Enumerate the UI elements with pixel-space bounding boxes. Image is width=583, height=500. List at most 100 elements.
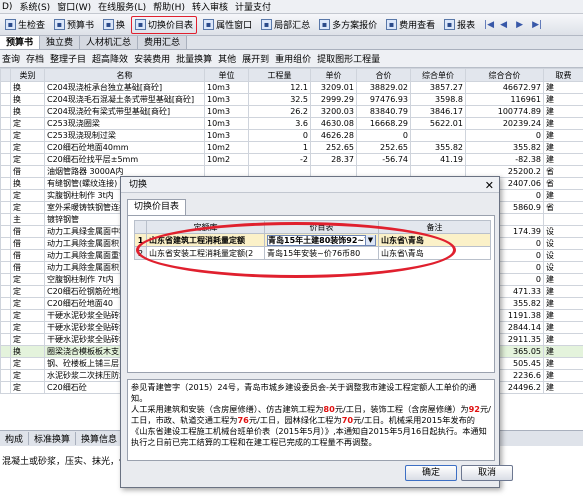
table-row[interactable]: 定 C253现浇现制过梁 10m3 0 4626.28 0 0 建: [0, 129, 583, 142]
table-cell: 定: [10, 309, 45, 322]
subtoolbar-item[interactable]: 批量换算: [176, 52, 212, 65]
nav-arrow-icon[interactable]: ▶: [516, 20, 526, 30]
nav-arrow-icon[interactable]: ▶|: [532, 20, 542, 30]
nav-arrow-icon[interactable]: ◀: [500, 20, 510, 30]
toolbar-button-8[interactable]: ▪ 报表: [441, 16, 478, 34]
menu-item[interactable]: D): [2, 2, 12, 12]
table-row[interactable]: 换 C204现浇砼有梁式带型基础[商砼] 10m3 26.2 3200.03 83840.…: [0, 105, 583, 118]
column-header: 单价: [310, 68, 357, 82]
table-cell: 252.65: [310, 141, 357, 154]
toolbar-button-1[interactable]: ▪ 预算书: [51, 16, 97, 34]
col-index: [134, 220, 147, 234]
price-table-cell[interactable]: 青岛15年土建80装饰92~76 ▼: [264, 233, 379, 247]
menu-item[interactable]: 窗口(W): [57, 0, 91, 13]
toolbar-button-4[interactable]: ▪ 属性窗口: [200, 16, 255, 34]
table-row[interactable]: 换 C204现浇桩承台独立基础[商砼] 10m3 12.1 3209.01 38829.0…: [0, 81, 583, 94]
toolbar-button-6[interactable]: ▪ 多方案报价: [316, 16, 380, 34]
subtoolbar-item[interactable]: 整理子目: [50, 52, 86, 65]
tab-2[interactable]: 人材机汇总: [80, 36, 139, 49]
subtoolbar-item[interactable]: 展开到: [242, 52, 269, 65]
subtoolbar-item[interactable]: 提取图形工程量: [317, 52, 380, 65]
toolbar-button-label: 费用查看: [399, 21, 436, 31]
table-cell: 10m3: [204, 117, 249, 130]
table-cell: [0, 129, 11, 142]
toolbar-button-label: 预算书: [67, 21, 95, 31]
chevron-down-icon[interactable]: ▼: [365, 235, 375, 245]
table-cell: [0, 357, 11, 370]
bottom-tab[interactable]: 标准换算: [29, 432, 77, 445]
table-cell: 设: [543, 249, 583, 262]
table-cell: 定: [10, 381, 45, 394]
table-row[interactable]: 换 C204现浇毛石混凝土条式带型基础[商砼] 10m3 32.5 2999.29 974…: [0, 93, 583, 106]
price-table-row[interactable]: 2 山东省安装工程消耗量定额(2 青岛15年安装~价76币80 山东省\青岛: [134, 246, 491, 260]
menu-item[interactable]: 系统(S): [19, 0, 50, 13]
table-row[interactable]: 定 C20细石砼地面40mm 10m2 1 252.65 252.65 355.82 355.…: [0, 141, 583, 154]
menu-item[interactable]: 帮助(H): [153, 0, 185, 13]
table-cell: C204现浇砼有梁式带型基础[商砼]: [44, 105, 205, 118]
library-cell: 山东省建筑工程消耗量定额: [146, 233, 265, 247]
table-cell: 20239.24: [465, 117, 544, 130]
table-cell: 建: [543, 309, 583, 322]
subtoolbar-item[interactable]: 存档: [26, 52, 44, 65]
tab-switch-price-table[interactable]: 切换价目表: [127, 199, 187, 215]
table-row[interactable]: 定 C253现浇圈梁 10m3 3.6 4630.08 16668.29 5622.01 20…: [0, 117, 583, 130]
subtoolbar-item[interactable]: 其他: [218, 52, 236, 65]
menu-item[interactable]: 在线服务(L): [98, 0, 146, 13]
close-icon[interactable]: ✕: [485, 179, 494, 192]
toolbar-button-label: 属性窗口: [216, 21, 253, 31]
sub-toolbar: 查询 存档 整理子目 超高降效 安装费用 批量换算 其他 展开到 重用组价 提取图形工程量: [0, 50, 583, 68]
toolbar-button-label: 换: [116, 21, 126, 31]
table-cell: 建: [543, 357, 583, 370]
document-tabs: 预算书 独立费 人材机汇总 费用汇总: [0, 36, 583, 50]
notice-value: 80: [323, 404, 335, 414]
table-cell: [0, 381, 11, 394]
price-table-combo[interactable]: 青岛15年土建80装饰92~76 ▼: [267, 234, 376, 246]
table-cell: [0, 249, 11, 262]
toolbar-button-0[interactable]: ▪ 生检查: [2, 16, 48, 34]
table-cell: 定: [10, 129, 45, 142]
bottom-tab[interactable]: 换算信息: [76, 432, 124, 445]
table-cell: 建: [543, 285, 583, 298]
menu-item[interactable]: 计量支付: [235, 0, 271, 13]
subtoolbar-item[interactable]: 重用组价: [275, 52, 311, 65]
price-table-row[interactable]: 1 山东省建筑工程消耗量定额 青岛15年土建80装饰92~76 ▼ 山东省\青岛: [134, 233, 491, 247]
col-price-table: 价目表: [264, 220, 379, 234]
column-header: 综合单价: [410, 68, 466, 82]
subtoolbar-item[interactable]: 查询: [2, 52, 20, 65]
table-cell: C20细石砼地面40mm: [44, 141, 205, 154]
table-row[interactable]: 定 C20细石砼找平层±5mm 10m2 -2 28.37 -56.74 41.19 -82.…: [0, 153, 583, 166]
toolbar-button-7[interactable]: ▪ 费用查看: [383, 16, 438, 34]
nav-arrow-icon[interactable]: |◀: [484, 20, 494, 30]
table-cell: 换: [10, 177, 45, 190]
table-cell: C20细石砼找平层±5mm: [44, 153, 205, 166]
tab-0[interactable]: 预算书: [0, 36, 41, 49]
table-cell: 38829.02: [356, 81, 411, 94]
description-text: 混凝土或砂浆，压实、抹光，做分: [2, 457, 138, 467]
table-cell: 0: [356, 129, 411, 142]
subtoolbar-item[interactable]: 安装费用: [134, 52, 170, 65]
menu-item[interactable]: 转入审核: [192, 0, 228, 13]
price-table-cell[interactable]: 青岛15年安装~价76币80: [264, 246, 379, 260]
table-cell: 换: [10, 345, 45, 358]
table-cell: 建: [543, 297, 583, 310]
column-header: [0, 68, 11, 82]
subtoolbar-item[interactable]: 超高降效: [92, 52, 128, 65]
price-table-panel: 定额库 价目表 备注 1 山东省建筑工程消耗量定额 青岛15年土建80装饰92~…: [127, 215, 495, 373]
toolbar-button-2[interactable]: ▪ 换: [100, 16, 128, 34]
tab-1[interactable]: 独立费: [40, 36, 81, 49]
table-cell: 12.1: [248, 81, 311, 94]
ok-button[interactable]: 确定: [405, 465, 457, 481]
table-cell: 建: [543, 369, 583, 382]
toolbar-button-5[interactable]: ▪ 局部汇总: [258, 16, 313, 34]
table-cell: C204现浇毛石混凝土条式带型基础[商砼]: [44, 93, 205, 106]
col-remark: 备注: [378, 220, 491, 234]
table-header: 类别 名称 单位 工程量 单价 合价 综合单价 综合合价 取费: [0, 68, 583, 82]
notice-paragraph: 参见青建管字（2015）24号，青岛市城乡建设委员会-关于调整我市建设工程定额人…: [131, 382, 477, 403]
tab-3[interactable]: 费用汇总: [138, 36, 188, 49]
tool-icon: ▪: [103, 19, 115, 30]
table-cell: [0, 273, 11, 286]
toolbar-button-3[interactable]: ▪ 切换价目表: [131, 15, 198, 34]
bottom-tab[interactable]: 构成: [0, 432, 30, 445]
cancel-button[interactable]: 取消: [461, 465, 513, 481]
table-cell: 换: [10, 81, 45, 94]
